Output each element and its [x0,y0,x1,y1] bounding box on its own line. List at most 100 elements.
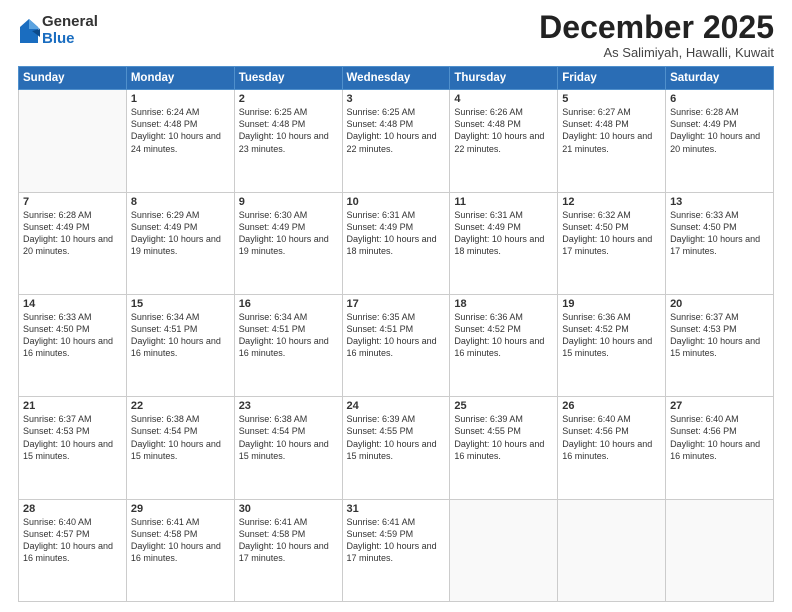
calendar-cell: 23Sunrise: 6:38 AM Sunset: 4:54 PM Dayli… [234,397,342,499]
day-info: Sunrise: 6:40 AM Sunset: 4:56 PM Dayligh… [670,413,769,462]
day-info: Sunrise: 6:25 AM Sunset: 4:48 PM Dayligh… [239,106,338,155]
month-title: December 2025 [539,10,774,45]
day-number: 9 [239,196,338,208]
day-number: 16 [239,298,338,310]
day-number: 18 [454,298,553,310]
day-info: Sunrise: 6:37 AM Sunset: 4:53 PM Dayligh… [23,413,122,462]
calendar-cell: 3Sunrise: 6:25 AM Sunset: 4:48 PM Daylig… [342,90,450,192]
day-number: 26 [562,400,661,412]
calendar-cell: 13Sunrise: 6:33 AM Sunset: 4:50 PM Dayli… [666,192,774,294]
logo-text: General Blue [42,14,98,47]
day-info: Sunrise: 6:37 AM Sunset: 4:53 PM Dayligh… [670,311,769,360]
calendar-cell: 15Sunrise: 6:34 AM Sunset: 4:51 PM Dayli… [126,294,234,396]
day-info: Sunrise: 6:30 AM Sunset: 4:49 PM Dayligh… [239,209,338,258]
col-friday: Friday [558,67,666,90]
day-number: 3 [347,93,446,105]
day-info: Sunrise: 6:28 AM Sunset: 4:49 PM Dayligh… [670,106,769,155]
logo-blue-text: Blue [42,31,98,48]
day-number: 22 [131,400,230,412]
calendar-week-2: 7Sunrise: 6:28 AM Sunset: 4:49 PM Daylig… [19,192,774,294]
day-number: 7 [23,196,122,208]
day-info: Sunrise: 6:40 AM Sunset: 4:57 PM Dayligh… [23,516,122,565]
calendar-cell: 30Sunrise: 6:41 AM Sunset: 4:58 PM Dayli… [234,499,342,601]
logo: General Blue [18,14,98,47]
col-sunday: Sunday [19,67,127,90]
day-number: 29 [131,503,230,515]
calendar-table: Sunday Monday Tuesday Wednesday Thursday… [18,66,774,602]
day-number: 19 [562,298,661,310]
day-info: Sunrise: 6:25 AM Sunset: 4:48 PM Dayligh… [347,106,446,155]
day-number: 21 [23,400,122,412]
title-block: December 2025 As Salimiyah, Hawalli, Kuw… [539,10,774,60]
day-info: Sunrise: 6:39 AM Sunset: 4:55 PM Dayligh… [454,413,553,462]
logo-icon [18,17,40,45]
day-info: Sunrise: 6:38 AM Sunset: 4:54 PM Dayligh… [131,413,230,462]
col-saturday: Saturday [666,67,774,90]
day-number: 10 [347,196,446,208]
day-info: Sunrise: 6:33 AM Sunset: 4:50 PM Dayligh… [23,311,122,360]
day-info: Sunrise: 6:34 AM Sunset: 4:51 PM Dayligh… [131,311,230,360]
calendar-cell: 6Sunrise: 6:28 AM Sunset: 4:49 PM Daylig… [666,90,774,192]
day-info: Sunrise: 6:40 AM Sunset: 4:56 PM Dayligh… [562,413,661,462]
day-number: 17 [347,298,446,310]
day-info: Sunrise: 6:32 AM Sunset: 4:50 PM Dayligh… [562,209,661,258]
day-info: Sunrise: 6:29 AM Sunset: 4:49 PM Dayligh… [131,209,230,258]
day-info: Sunrise: 6:31 AM Sunset: 4:49 PM Dayligh… [347,209,446,258]
calendar-cell: 21Sunrise: 6:37 AM Sunset: 4:53 PM Dayli… [19,397,127,499]
col-monday: Monday [126,67,234,90]
day-info: Sunrise: 6:24 AM Sunset: 4:48 PM Dayligh… [131,106,230,155]
calendar-cell [450,499,558,601]
day-number: 11 [454,196,553,208]
calendar-cell: 20Sunrise: 6:37 AM Sunset: 4:53 PM Dayli… [666,294,774,396]
calendar-week-3: 14Sunrise: 6:33 AM Sunset: 4:50 PM Dayli… [19,294,774,396]
header: General Blue December 2025 As Salimiyah,… [18,10,774,60]
calendar-cell [666,499,774,601]
calendar-cell: 7Sunrise: 6:28 AM Sunset: 4:49 PM Daylig… [19,192,127,294]
day-number: 4 [454,93,553,105]
day-info: Sunrise: 6:41 AM Sunset: 4:59 PM Dayligh… [347,516,446,565]
day-info: Sunrise: 6:41 AM Sunset: 4:58 PM Dayligh… [131,516,230,565]
day-number: 5 [562,93,661,105]
location-subtitle: As Salimiyah, Hawalli, Kuwait [539,45,774,60]
calendar-cell: 11Sunrise: 6:31 AM Sunset: 4:49 PM Dayli… [450,192,558,294]
day-info: Sunrise: 6:28 AM Sunset: 4:49 PM Dayligh… [23,209,122,258]
day-number: 31 [347,503,446,515]
calendar-week-4: 21Sunrise: 6:37 AM Sunset: 4:53 PM Dayli… [19,397,774,499]
col-tuesday: Tuesday [234,67,342,90]
calendar-cell: 27Sunrise: 6:40 AM Sunset: 4:56 PM Dayli… [666,397,774,499]
day-info: Sunrise: 6:36 AM Sunset: 4:52 PM Dayligh… [454,311,553,360]
day-info: Sunrise: 6:41 AM Sunset: 4:58 PM Dayligh… [239,516,338,565]
calendar-cell [558,499,666,601]
calendar-cell: 17Sunrise: 6:35 AM Sunset: 4:51 PM Dayli… [342,294,450,396]
calendar-cell: 14Sunrise: 6:33 AM Sunset: 4:50 PM Dayli… [19,294,127,396]
calendar-cell: 22Sunrise: 6:38 AM Sunset: 4:54 PM Dayli… [126,397,234,499]
calendar-cell: 8Sunrise: 6:29 AM Sunset: 4:49 PM Daylig… [126,192,234,294]
day-info: Sunrise: 6:33 AM Sunset: 4:50 PM Dayligh… [670,209,769,258]
calendar-cell: 26Sunrise: 6:40 AM Sunset: 4:56 PM Dayli… [558,397,666,499]
calendar-cell [19,90,127,192]
day-number: 13 [670,196,769,208]
day-info: Sunrise: 6:38 AM Sunset: 4:54 PM Dayligh… [239,413,338,462]
day-number: 28 [23,503,122,515]
day-info: Sunrise: 6:34 AM Sunset: 4:51 PM Dayligh… [239,311,338,360]
col-wednesday: Wednesday [342,67,450,90]
day-number: 23 [239,400,338,412]
page: General Blue December 2025 As Salimiyah,… [0,0,792,612]
calendar-cell: 19Sunrise: 6:36 AM Sunset: 4:52 PM Dayli… [558,294,666,396]
day-number: 25 [454,400,553,412]
day-number: 6 [670,93,769,105]
calendar-cell: 25Sunrise: 6:39 AM Sunset: 4:55 PM Dayli… [450,397,558,499]
day-number: 12 [562,196,661,208]
calendar-cell: 31Sunrise: 6:41 AM Sunset: 4:59 PM Dayli… [342,499,450,601]
calendar-cell: 24Sunrise: 6:39 AM Sunset: 4:55 PM Dayli… [342,397,450,499]
calendar-cell: 9Sunrise: 6:30 AM Sunset: 4:49 PM Daylig… [234,192,342,294]
calendar-cell: 16Sunrise: 6:34 AM Sunset: 4:51 PM Dayli… [234,294,342,396]
day-number: 14 [23,298,122,310]
day-number: 1 [131,93,230,105]
day-number: 15 [131,298,230,310]
calendar-cell: 10Sunrise: 6:31 AM Sunset: 4:49 PM Dayli… [342,192,450,294]
calendar-week-5: 28Sunrise: 6:40 AM Sunset: 4:57 PM Dayli… [19,499,774,601]
calendar-cell: 2Sunrise: 6:25 AM Sunset: 4:48 PM Daylig… [234,90,342,192]
day-number: 27 [670,400,769,412]
col-thursday: Thursday [450,67,558,90]
